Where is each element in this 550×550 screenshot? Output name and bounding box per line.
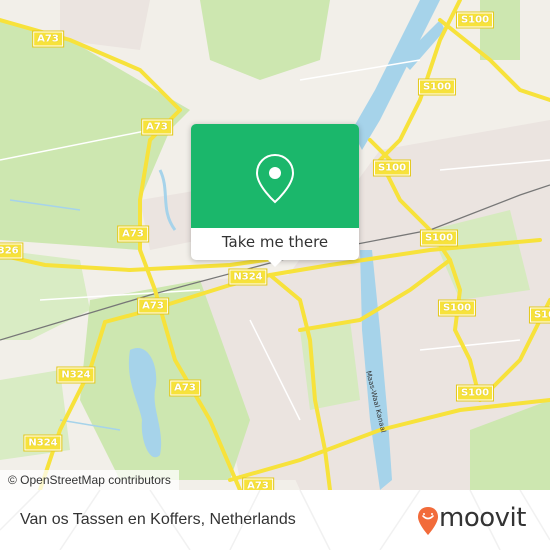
road-label-s100: S100 bbox=[417, 78, 457, 96]
road-label-a73: A73 bbox=[137, 297, 169, 315]
road-label-s100: S100 bbox=[372, 159, 412, 177]
road-label-a73: A73 bbox=[141, 118, 173, 136]
popup-pointer bbox=[267, 259, 283, 267]
take-me-there-button[interactable]: Take me there bbox=[191, 228, 359, 260]
road-label-n324: N324 bbox=[23, 434, 63, 452]
road-label-n326: N326 bbox=[0, 242, 24, 260]
road-label-s100: S100 bbox=[419, 229, 459, 247]
road-label-a73: A73 bbox=[169, 379, 201, 397]
moovit-logo[interactable]: moovit bbox=[417, 503, 526, 536]
road-label-a73: A73 bbox=[32, 30, 64, 48]
location-pin-icon bbox=[255, 153, 295, 204]
road-label-n324: N324 bbox=[56, 366, 96, 384]
map[interactable]: A73 A73 A73 A73 A73 A73 N326 N324 N324 N… bbox=[0, 0, 550, 490]
road-label-n324: N324 bbox=[228, 268, 268, 286]
road-label-a73: A73 bbox=[242, 477, 274, 490]
location-popup: Take me there bbox=[191, 124, 359, 267]
moovit-pin-icon bbox=[418, 507, 438, 535]
road-label-s100: S100 bbox=[455, 11, 495, 29]
road-label-s100: S100 bbox=[528, 306, 550, 324]
footer: Van os Tassen en Koffers, Netherlands mo… bbox=[0, 490, 550, 550]
moovit-wordmark: moovit bbox=[439, 503, 526, 533]
popup-header bbox=[191, 124, 359, 228]
road-label-a73: A73 bbox=[117, 225, 149, 243]
place-name: Van os Tassen en Koffers, Netherlands bbox=[20, 511, 296, 528]
map-attribution[interactable]: © OpenStreetMap contributors bbox=[0, 470, 179, 490]
road-label-s100: S100 bbox=[437, 299, 477, 317]
road-label-s100: S100 bbox=[455, 384, 495, 402]
